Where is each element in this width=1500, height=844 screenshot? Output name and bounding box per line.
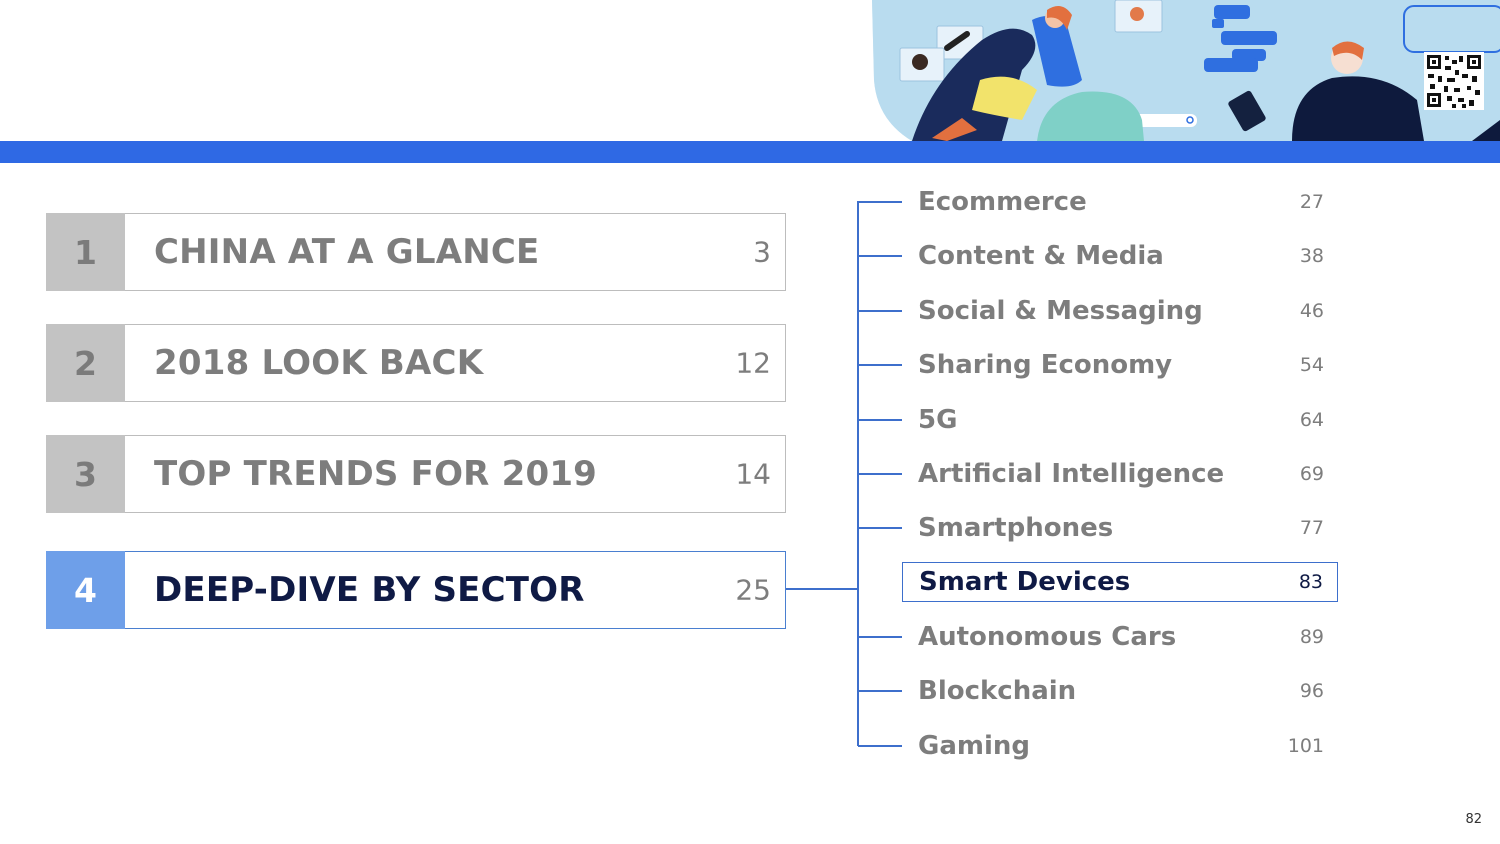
sector-item-sharing-economy[interactable]: Sharing Economy 54 bbox=[902, 345, 1338, 385]
section-title-box: DEEP-DIVE BY SECTOR 25 bbox=[125, 551, 786, 629]
section-page-number: 14 bbox=[735, 457, 771, 491]
sector-page-number: 89 bbox=[1299, 626, 1324, 648]
sector-label: Social & Messaging bbox=[918, 296, 1203, 326]
tree-branch bbox=[858, 473, 902, 475]
sector-item-artificial-intelligence[interactable]: Artificial Intelligence 69 bbox=[902, 454, 1338, 494]
section-title-box: CHINA AT A GLANCE 3 bbox=[125, 213, 786, 291]
section-number: 4 bbox=[46, 551, 125, 629]
sector-page-number: 69 bbox=[1299, 463, 1324, 485]
section-deep-dive-by-sector[interactable]: 4 DEEP-DIVE BY SECTOR 25 bbox=[46, 551, 786, 629]
sector-item-ecommerce[interactable]: Ecommerce 27 bbox=[902, 182, 1338, 222]
sector-page-number: 101 bbox=[1287, 735, 1324, 757]
section-title: TOP TRENDS FOR 2019 bbox=[154, 454, 598, 494]
section-2018-look-back[interactable]: 2 2018 LOOK BACK 12 bbox=[46, 324, 786, 402]
section-title-box: 2018 LOOK BACK 12 bbox=[125, 324, 786, 402]
sector-page-number: 54 bbox=[1299, 354, 1324, 376]
sector-label: Smartphones bbox=[918, 513, 1114, 543]
section-title: CHINA AT A GLANCE bbox=[154, 232, 540, 272]
sector-item-blockchain[interactable]: Blockchain 96 bbox=[902, 671, 1338, 711]
header-accent-bar bbox=[0, 141, 1500, 163]
section-page-number: 25 bbox=[735, 573, 771, 607]
section-title-box: TOP TRENDS FOR 2019 14 bbox=[125, 435, 786, 513]
sector-page-number: 83 bbox=[1298, 571, 1323, 593]
sector-item-smartphones[interactable]: Smartphones 77 bbox=[902, 508, 1338, 548]
slide-page-number: 82 bbox=[1465, 812, 1482, 827]
sector-page-number: 38 bbox=[1299, 245, 1324, 267]
tree-branch bbox=[858, 636, 902, 638]
sector-label: Sharing Economy bbox=[918, 350, 1173, 380]
tree-branch bbox=[858, 364, 902, 366]
section-page-number: 12 bbox=[735, 346, 771, 380]
tree-connector bbox=[786, 588, 858, 590]
sector-label: Content & Media bbox=[918, 241, 1164, 271]
section-title: DEEP-DIVE BY SECTOR bbox=[154, 570, 585, 610]
sector-page-number: 64 bbox=[1299, 409, 1324, 431]
sector-item-social-messaging[interactable]: Social & Messaging 46 bbox=[902, 291, 1338, 331]
section-number: 1 bbox=[46, 213, 125, 291]
sector-item-5g[interactable]: 5G 64 bbox=[902, 400, 1338, 440]
sector-page-number: 27 bbox=[1299, 191, 1324, 213]
sector-page-number: 96 bbox=[1299, 680, 1324, 702]
qr-code-icon bbox=[1424, 52, 1484, 110]
tree-branch bbox=[858, 690, 902, 692]
sector-page-number: 77 bbox=[1299, 517, 1324, 539]
tree-branch bbox=[858, 310, 902, 312]
section-number: 3 bbox=[46, 435, 125, 513]
section-page-number: 3 bbox=[753, 235, 771, 269]
sector-item-content-media[interactable]: Content & Media 38 bbox=[902, 236, 1338, 276]
section-china-at-a-glance[interactable]: 1 CHINA AT A GLANCE 3 bbox=[46, 213, 786, 291]
sector-label: Blockchain bbox=[918, 676, 1077, 706]
header-illustration bbox=[872, 0, 1500, 141]
sector-item-smart-devices[interactable]: Smart Devices 83 bbox=[902, 562, 1338, 602]
sector-label: Ecommerce bbox=[918, 187, 1087, 217]
tree-branch bbox=[858, 201, 902, 203]
section-title: 2018 LOOK BACK bbox=[154, 343, 484, 383]
sector-label: Artificial Intelligence bbox=[918, 459, 1225, 489]
sector-item-gaming[interactable]: Gaming 101 bbox=[902, 726, 1338, 766]
section-number: 2 bbox=[46, 324, 125, 402]
tree-branch bbox=[858, 527, 902, 529]
sector-item-autonomous-cars[interactable]: Autonomous Cars 89 bbox=[902, 617, 1338, 657]
tree-branch bbox=[858, 255, 902, 257]
sector-page-number: 46 bbox=[1299, 300, 1324, 322]
sector-label: Autonomous Cars bbox=[918, 622, 1177, 652]
sector-label: Smart Devices bbox=[919, 567, 1131, 597]
tree-branch bbox=[858, 419, 902, 421]
sector-label: 5G bbox=[918, 405, 958, 435]
sector-label: Gaming bbox=[918, 731, 1031, 761]
section-top-trends-2019[interactable]: 3 TOP TRENDS FOR 2019 14 bbox=[46, 435, 786, 513]
tree-branch bbox=[858, 745, 902, 747]
